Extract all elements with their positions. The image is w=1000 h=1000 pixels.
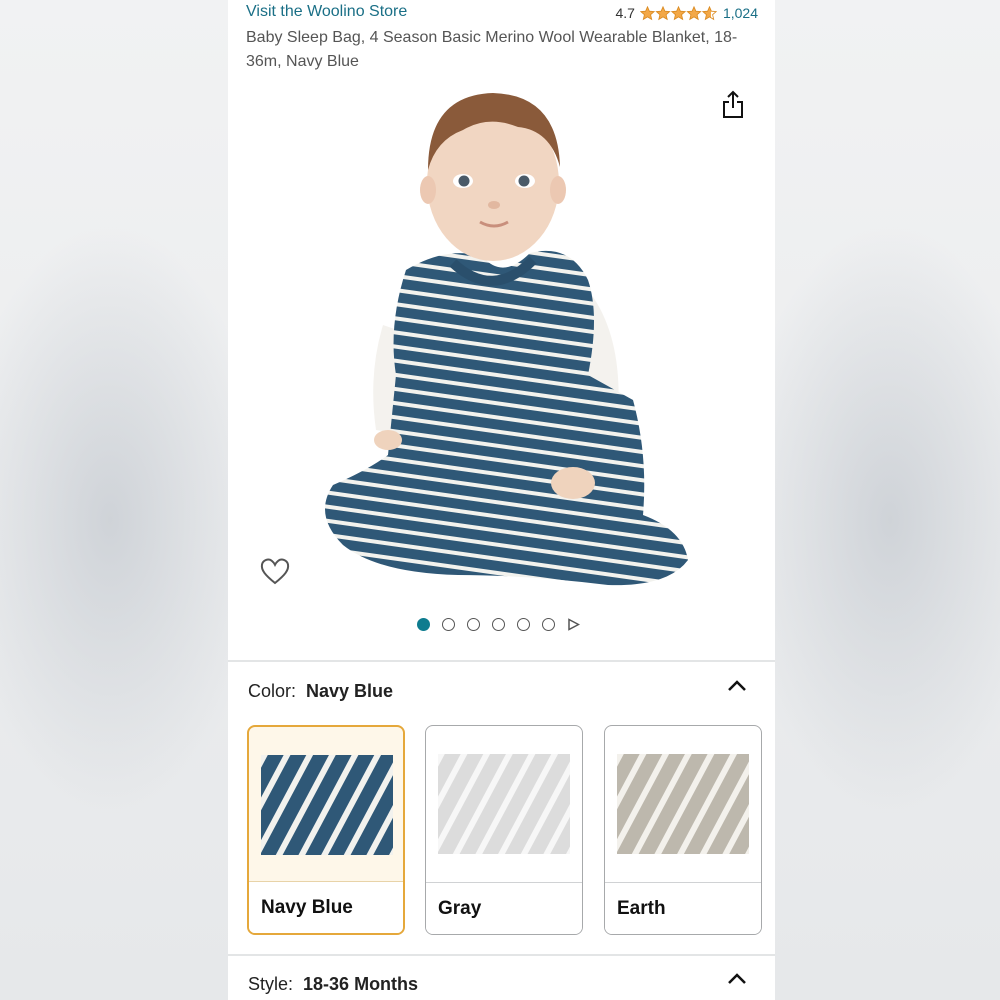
selected-style: 18-36 Months xyxy=(303,974,419,994)
style-label: Style: xyxy=(248,974,294,994)
carousel-dot[interactable] xyxy=(542,618,555,631)
heart-outline-icon[interactable] xyxy=(259,555,291,587)
star-rating xyxy=(640,5,718,21)
color-option-label: Navy Blue xyxy=(261,897,353,918)
carousel-dot[interactable] xyxy=(492,618,505,631)
rating-count[interactable]: 1,024 xyxy=(723,5,758,21)
share-icon[interactable] xyxy=(721,90,745,120)
product-page: Visit the Woolino Store 4.7 1,024 Baby S… xyxy=(228,0,775,1000)
style-selector-label: Style: 18-36 Months xyxy=(248,974,418,995)
color-option-gray[interactable]: Gray xyxy=(425,725,583,935)
chevron-up-icon[interactable] xyxy=(726,679,748,693)
swatch-footer: Navy Blue xyxy=(249,881,403,933)
swatch-footer: Gray xyxy=(426,882,582,934)
carousel-dot[interactable] xyxy=(442,618,455,631)
chevron-up-icon[interactable] xyxy=(726,972,748,986)
selected-color: Navy Blue xyxy=(306,681,394,701)
color-option-navy-blue[interactable]: Navy Blue xyxy=(247,725,405,935)
earth-swatch-image xyxy=(617,754,749,854)
carousel-dot[interactable] xyxy=(467,618,480,631)
color-option-label: Gray xyxy=(438,898,482,919)
color-option-label: Earth xyxy=(617,898,666,919)
image-carousel-indicator xyxy=(417,618,580,631)
section-divider xyxy=(228,954,775,956)
carousel-dot[interactable] xyxy=(517,618,530,631)
section-divider xyxy=(228,660,775,662)
swatch-footer: Earth xyxy=(605,882,761,934)
stars-icon xyxy=(640,5,717,20)
video-play-icon[interactable] xyxy=(567,618,580,631)
header-row: Visit the Woolino Store 4.7 1,024 xyxy=(246,3,758,25)
navy-blue-swatch-image xyxy=(261,755,393,855)
carousel-dot[interactable] xyxy=(417,618,430,631)
color-label: Color: xyxy=(248,681,297,701)
store-link[interactable]: Visit the Woolino Store xyxy=(246,3,407,21)
color-option-earth[interactable]: Earth xyxy=(604,725,762,935)
rating-value: 4.7 xyxy=(615,5,635,21)
product-title: Baby Sleep Bag, 4 Season Basic Merino Wo… xyxy=(246,29,738,70)
gray-swatch-image xyxy=(438,754,570,854)
color-selector-label: Color: Navy Blue xyxy=(248,681,393,702)
product-image[interactable] xyxy=(288,75,718,600)
rating-summary[interactable]: 4.7 1,024 xyxy=(615,5,758,21)
